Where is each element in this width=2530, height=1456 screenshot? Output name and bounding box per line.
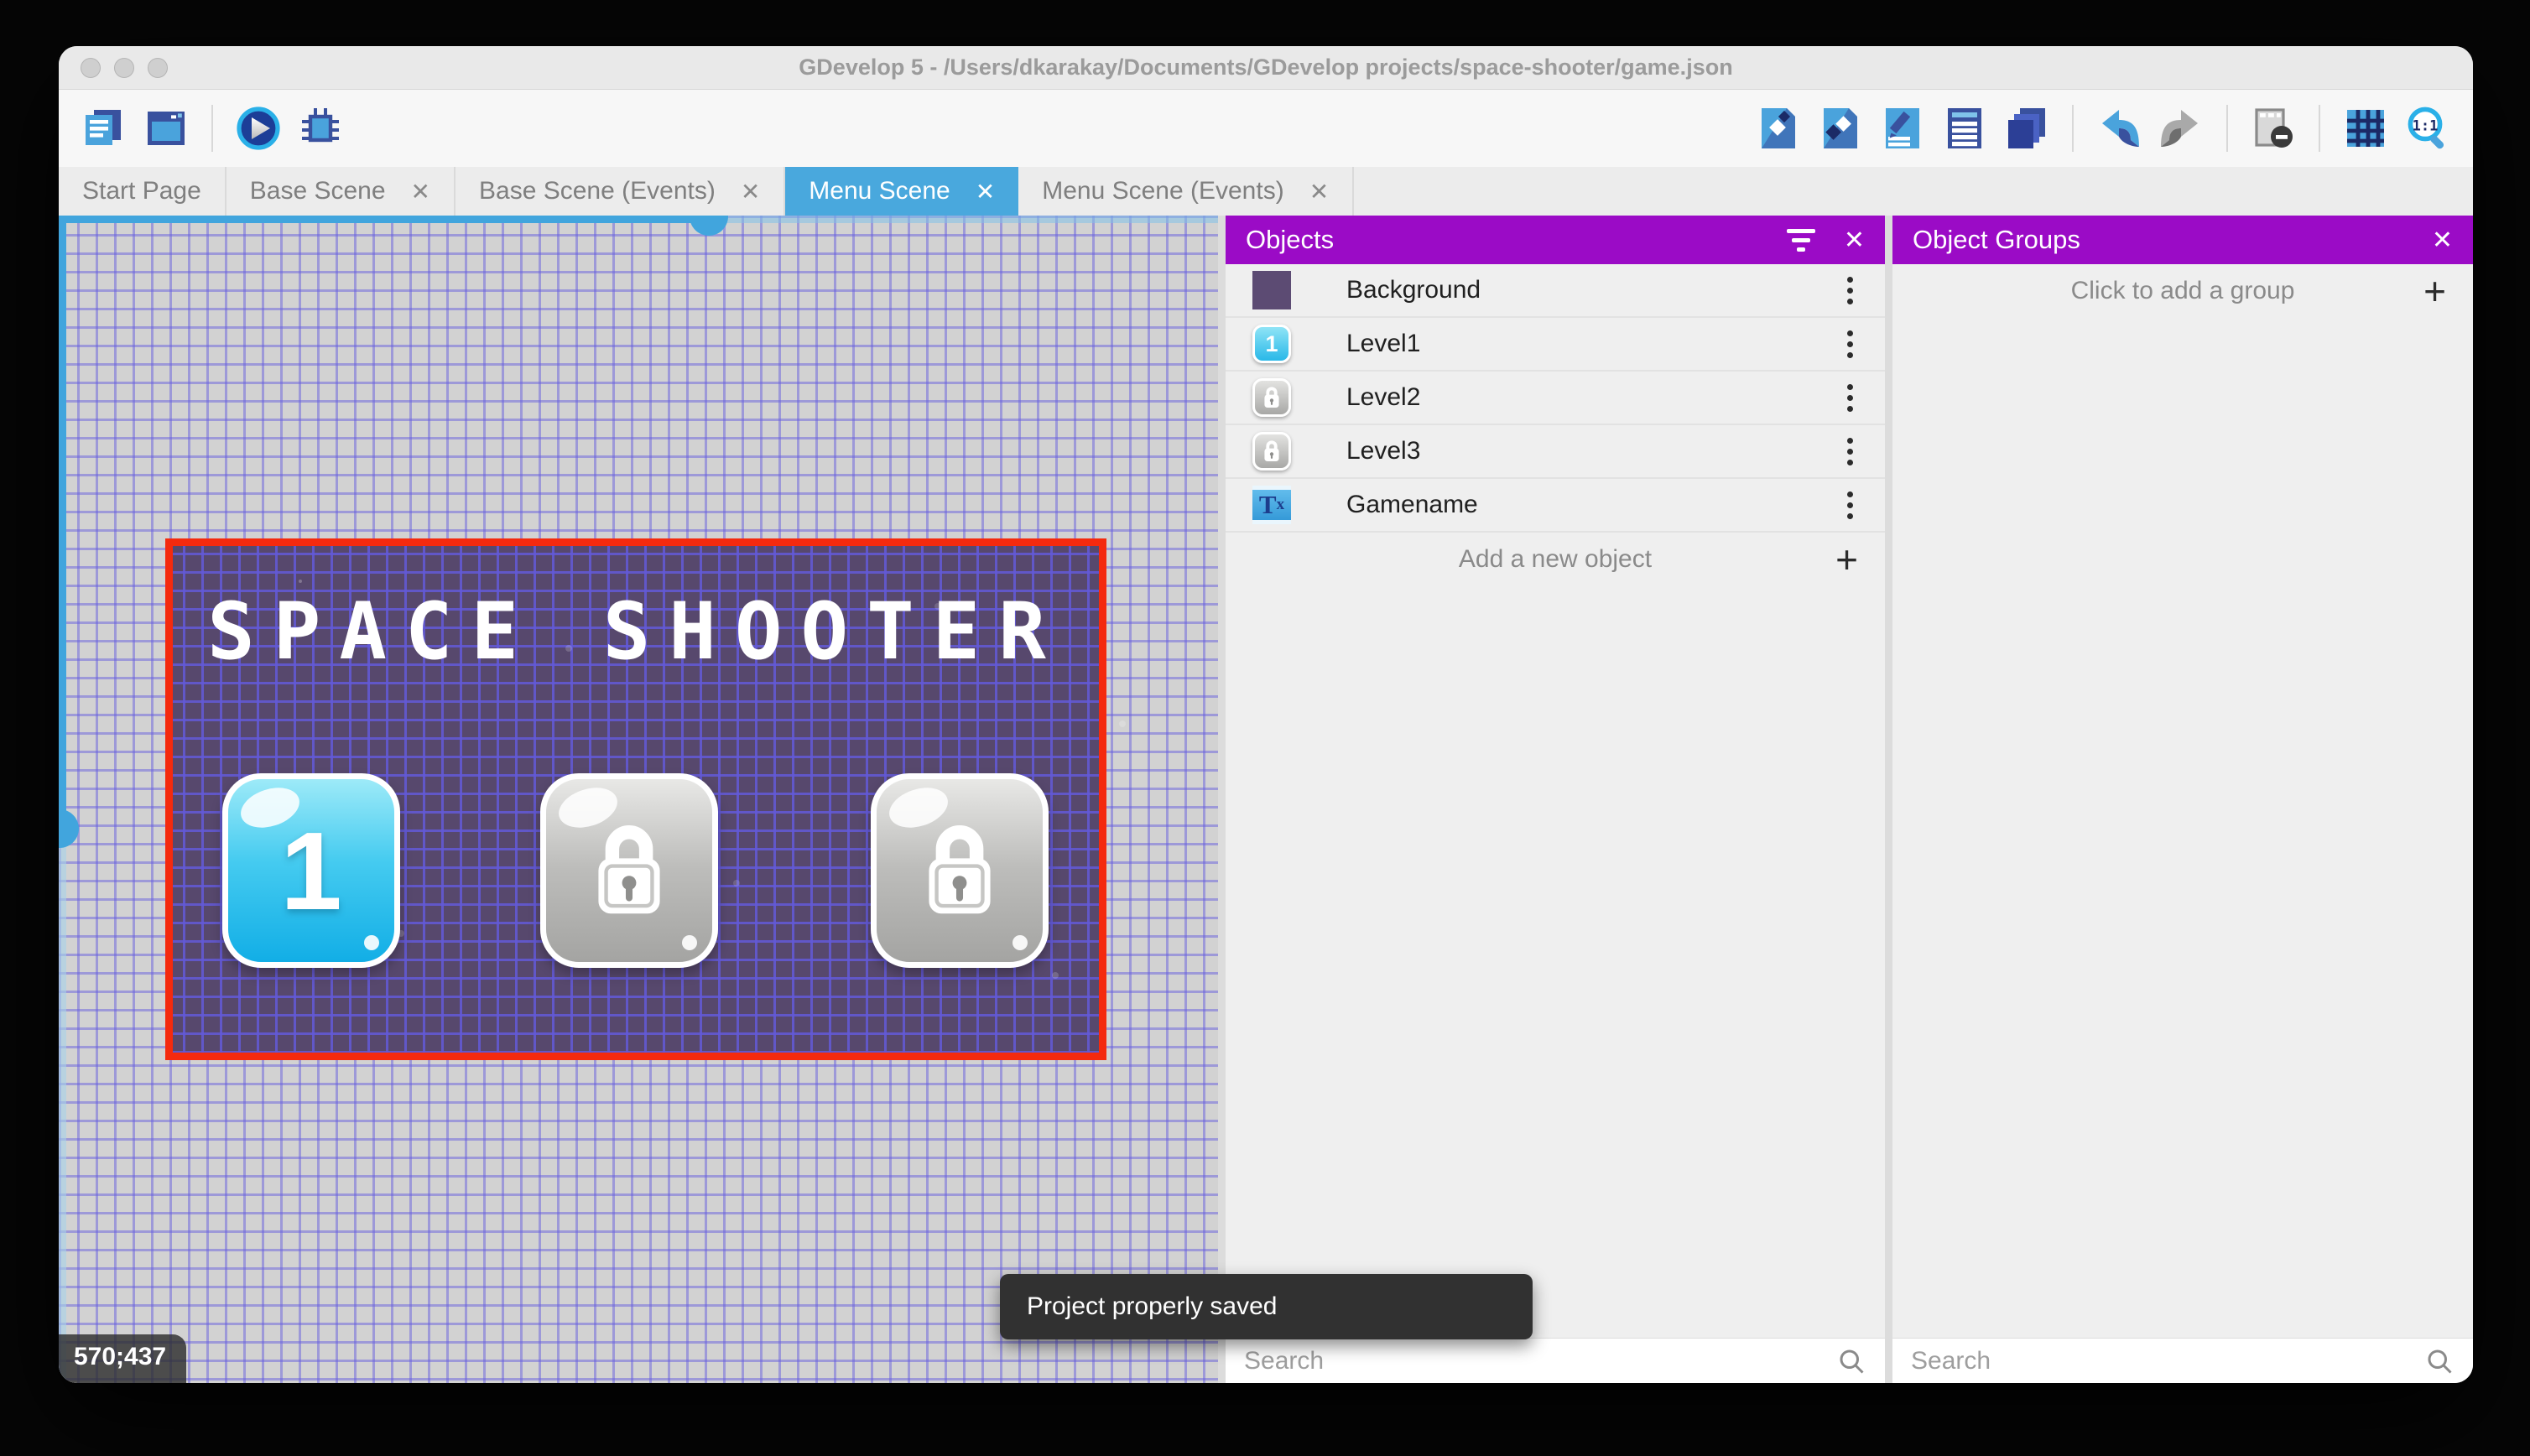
object-row-level1[interactable]: 1 Level1 [1226,318,1885,372]
horizontal-scrollbar-handle[interactable] [690,216,728,236]
tab-base-scene[interactable]: Base Scene ✕ [226,167,456,216]
close-window-button[interactable] [81,57,101,78]
groups-search-input[interactable] [1911,1346,2424,1375]
preview-window-icon[interactable] [143,105,190,152]
window-title: GDevelop 5 - /Users/dkarakay/Documents/G… [799,55,1733,80]
toggle-mask-icon[interactable] [2250,105,2297,152]
play-icon[interactable] [235,105,282,152]
vertical-scrollbar[interactable] [59,216,79,1383]
instances-list-icon[interactable] [1941,105,1988,152]
grid-icon[interactable] [2342,105,2389,152]
tab-close-icon[interactable]: ✕ [976,178,995,205]
toolbar-right-group: 1:1 [1755,105,2451,152]
tab-base-scene-events[interactable]: Base Scene (Events) ✕ [456,167,786,216]
add-object-row[interactable]: Add a new object + [1226,533,1885,586]
object-groups-list: Click to add a group + [1892,264,2473,1338]
scene-canvas[interactable]: SPACE SHOOTER 1 570;437 [59,216,1218,1383]
add-object-plus-icon[interactable]: + [1835,540,1858,579]
layers-icon[interactable] [2003,105,2050,152]
object-row-background[interactable]: Background [1226,264,1885,318]
object-groups-panel-title: Object Groups [1913,225,2080,254]
object-menu-icon[interactable] [1847,437,1853,465]
toolbar-separator [2072,105,2074,152]
object-menu-icon[interactable] [1847,383,1853,412]
zoom-original-icon[interactable]: 1:1 [2404,105,2451,152]
object-groups-panel-header: Object Groups ✕ [1892,216,2473,264]
object-groups-editor-icon[interactable] [1817,105,1864,152]
objects-list: Background 1 Level1 Level2 Level3 T x Ga… [1226,264,1885,1338]
lock-icon [1264,440,1279,461]
tab-menu-scene[interactable]: Menu Scene ✕ [785,167,1019,216]
toolbar: 1:1 [59,90,2473,167]
objects-search-bar [1226,1338,1885,1383]
lock-icon [598,825,660,914]
star-decoration [299,580,302,583]
object-row-level3[interactable]: Level3 [1226,425,1885,479]
lock-icon [929,825,991,914]
groups-search-bar [1892,1338,2473,1383]
tab-start-page[interactable]: Start Page [59,167,226,216]
vertical-scrollbar-thumb[interactable] [59,216,66,828]
toolbar-left-group [81,105,344,152]
object-menu-icon[interactable] [1847,276,1853,304]
maximize-window-button[interactable] [148,57,168,78]
toolbar-separator [211,105,213,152]
text-object-thumbnail: Tx [1252,486,1291,524]
search-icon [2428,1349,2452,1374]
objects-editor-icon[interactable] [1755,105,1802,152]
level3-locked-button-instance[interactable] [871,773,1049,968]
lock-icon [1264,387,1279,408]
svg-text:1:1: 1:1 [2413,117,2439,134]
scene-viewport[interactable]: SPACE SHOOTER 1 [165,538,1106,1060]
objects-panel: Objects ✕ Background 1 Level1 Level2 Lev… [1226,216,1885,1383]
redo-icon[interactable] [2158,105,2205,152]
toolbar-separator [2226,105,2228,152]
debug-icon[interactable] [297,105,344,152]
level1-button-thumbnail: 1 [1252,325,1291,363]
horizontal-scrollbar-thumb[interactable] [59,216,726,223]
tab-close-icon[interactable]: ✕ [411,178,430,205]
object-menu-icon[interactable] [1847,330,1853,358]
save-toast-message: Project properly saved [1027,1292,1278,1320]
horizontal-scrollbar[interactable] [59,216,1218,236]
object-row-gamename[interactable]: Tx Gamename [1226,479,1885,533]
panel-divider[interactable] [1218,216,1226,1383]
object-row-level2[interactable]: Level2 [1226,372,1885,425]
search-icon [1840,1349,1864,1374]
main-content: SPACE SHOOTER 1 570;437 Objects ✕ Backgr… [59,216,2473,1383]
level1-button-instance[interactable]: 1 [222,773,400,968]
toolbar-separator [2319,105,2320,152]
locked-button-thumbnail [1252,432,1291,471]
objects-search-input[interactable] [1244,1346,1836,1375]
background-thumbnail [1252,271,1291,309]
locked-button-thumbnail [1252,378,1291,417]
tab-close-icon[interactable]: ✕ [1309,178,1329,205]
tab-menu-scene-events[interactable]: Menu Scene (Events) ✕ [1018,167,1355,216]
title-bar: GDevelop 5 - /Users/dkarakay/Documents/G… [59,46,2473,90]
filter-icon[interactable] [1786,228,1815,252]
level2-locked-button-instance[interactable] [540,773,718,968]
close-panel-icon[interactable]: ✕ [1844,226,1865,255]
objects-panel-header: Objects ✕ [1226,216,1885,264]
vertical-scrollbar-handle[interactable] [59,809,79,848]
close-panel-icon[interactable]: ✕ [2432,226,2453,255]
tab-close-icon[interactable]: ✕ [741,178,760,205]
add-group-row[interactable]: Click to add a group + [1892,264,2473,318]
objects-panel-title: Objects [1246,225,1335,254]
project-manager-icon[interactable] [81,105,128,152]
scene-title-text[interactable]: SPACE SHOOTER [173,586,1099,678]
save-toast: Project properly saved [1000,1274,1533,1339]
editor-tabs: Start Page Base Scene ✕ Base Scene (Even… [59,167,2473,216]
add-group-plus-icon[interactable]: + [2423,272,2446,310]
object-groups-panel: Object Groups ✕ Click to add a group + [1892,216,2473,1383]
undo-icon[interactable] [2095,105,2142,152]
minimize-window-button[interactable] [114,57,134,78]
object-menu-icon[interactable] [1847,491,1853,519]
gdevelop-window: GDevelop 5 - /Users/dkarakay/Documents/G… [59,46,2473,1383]
traffic-lights [81,57,168,78]
properties-icon[interactable] [1879,105,1926,152]
panel-divider[interactable] [1885,216,1892,1383]
cursor-coordinates: 570;437 [59,1334,187,1383]
